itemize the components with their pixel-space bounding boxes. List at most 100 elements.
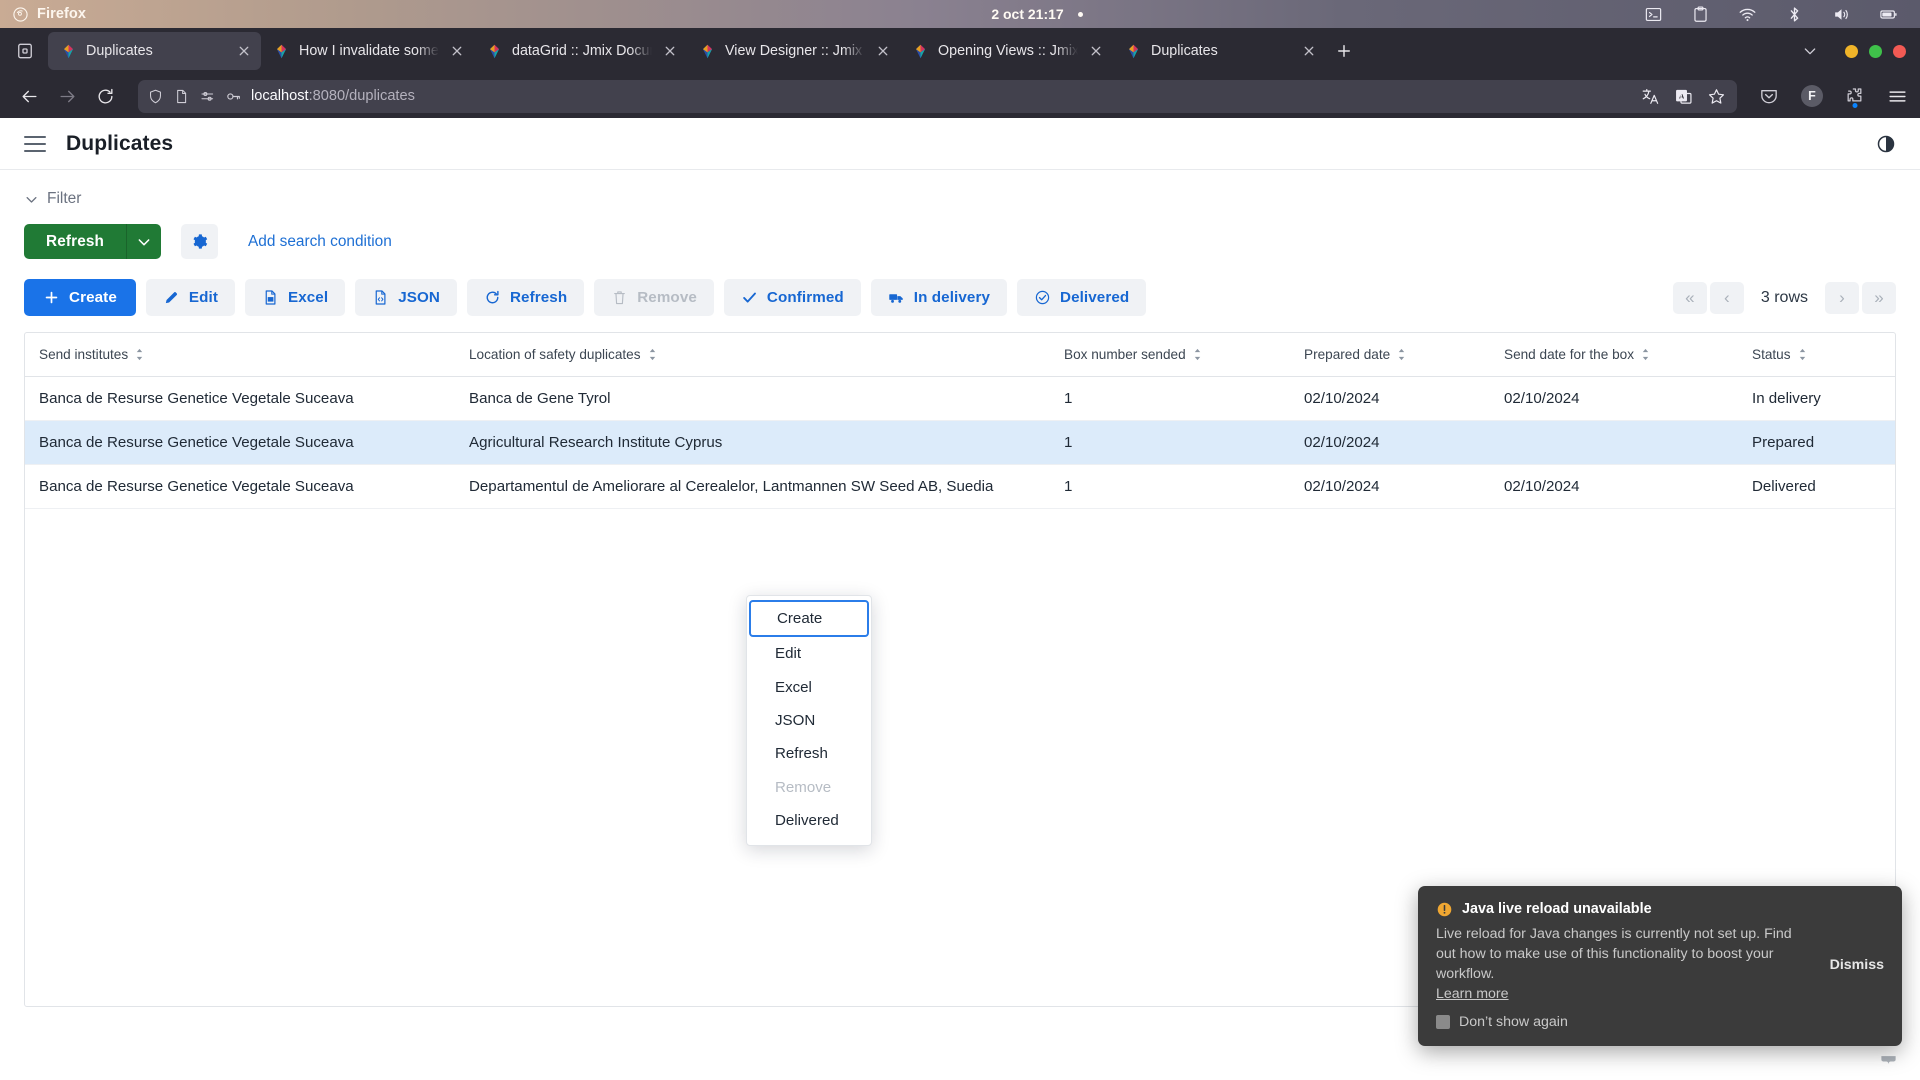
edit-button[interactable]: Edit: [145, 279, 235, 316]
first-page-button[interactable]: «: [1672, 281, 1707, 314]
close-icon[interactable]: [661, 42, 679, 60]
dont-show-again-row[interactable]: Don’t show again: [1436, 1014, 1816, 1030]
pocket-icon[interactable]: [1759, 86, 1779, 106]
maximize-button[interactable]: [1869, 44, 1882, 58]
minimize-button[interactable]: [1845, 44, 1858, 58]
confirmed-button[interactable]: Confirmed: [723, 279, 861, 316]
last-page-button[interactable]: »: [1862, 281, 1896, 314]
browser-tab-3[interactable]: dataGrid :: Jmix Documentation: [474, 32, 687, 70]
column-label: Prepared date: [1304, 347, 1391, 362]
tab-title: dataGrid :: Jmix Documentation: [512, 43, 652, 59]
context-menu-item-create[interactable]: Create: [749, 600, 869, 638]
os-clock-area[interactable]: 2 oct 21:17: [430, 6, 1644, 22]
arrow-left-icon: [21, 90, 37, 102]
sort-icon: [136, 348, 143, 361]
browser-tab-6[interactable]: Duplicates: [1113, 32, 1326, 70]
page-info-icon[interactable]: [173, 88, 190, 105]
column-header-location[interactable]: Location of safety duplicates: [455, 333, 1050, 377]
hamburger-menu-icon[interactable]: [1887, 86, 1908, 107]
translate-icon[interactable]: [1641, 87, 1660, 106]
pencil-icon: [165, 292, 177, 304]
browser-tab-4[interactable]: View Designer :: Jmix Documentation: [687, 32, 900, 70]
cell-box-number: 1: [1050, 376, 1290, 421]
browser-tab-5[interactable]: Opening Views :: Jmix Documentation: [900, 32, 1113, 70]
clipboard-icon[interactable]: [1691, 5, 1710, 24]
browser-tab-1[interactable]: Duplicates: [48, 32, 261, 70]
context-menu-item-excel[interactable]: Excel: [747, 671, 871, 704]
column-header-prepared-date[interactable]: Prepared date: [1290, 333, 1490, 377]
filter-settings-button[interactable]: [181, 224, 219, 259]
cell-location: Agricultural Research Institute Cyprus: [455, 420, 1050, 465]
battery-icon[interactable]: [1879, 5, 1898, 24]
create-button[interactable]: Create: [24, 279, 136, 316]
bookmark-star-icon[interactable]: [1707, 87, 1726, 106]
wifi-icon[interactable]: [1738, 5, 1757, 24]
account-avatar[interactable]: F: [1801, 85, 1823, 107]
close-icon[interactable]: [235, 42, 253, 60]
theme-toggle-icon[interactable]: [1876, 134, 1896, 154]
close-button[interactable]: [1893, 44, 1906, 58]
dont-show-again-checkbox[interactable]: [1436, 1015, 1450, 1029]
cell-send-date: [1490, 420, 1738, 465]
refresh-button[interactable]: Refresh: [24, 224, 127, 259]
bluetooth-icon[interactable]: [1785, 5, 1804, 24]
extensions-button[interactable]: [1845, 86, 1865, 108]
close-icon[interactable]: [1300, 42, 1318, 60]
json-button[interactable]: JSON: [355, 279, 457, 316]
tab-title: View Designer :: Jmix Documentation: [725, 43, 865, 59]
volume-icon[interactable]: [1832, 5, 1851, 24]
cell-status: Delivered: [1738, 464, 1895, 509]
context-menu-item-refresh[interactable]: Refresh: [747, 737, 871, 770]
duplicates-table: Send institutes Location of safety dupli…: [25, 333, 1895, 509]
column-header-box-number[interactable]: Box number sended: [1050, 333, 1290, 377]
vaadin-badge-icon[interactable]: [1879, 1053, 1898, 1072]
column-header-status[interactable]: Status: [1738, 333, 1895, 377]
key-icon[interactable]: [225, 88, 242, 105]
prev-page-button[interactable]: ‹: [1709, 281, 1744, 314]
table-row[interactable]: Banca de Resurse Genetice Vegetale Sucea…: [25, 420, 1895, 465]
filter-header[interactable]: Filter: [24, 190, 1896, 208]
context-menu-item-delivered[interactable]: Delivered: [747, 804, 871, 837]
in-delivery-button[interactable]: In delivery: [870, 279, 1007, 316]
reader-translate-icon[interactable]: A: [1674, 87, 1693, 106]
refresh-dropdown-button[interactable]: [126, 224, 162, 259]
dismiss-button[interactable]: Dismiss: [1816, 957, 1884, 973]
list-all-tabs-button[interactable]: [8, 34, 42, 68]
refresh-grid-button[interactable]: Refresh: [466, 279, 585, 316]
sort-icon: [1799, 348, 1805, 361]
close-icon[interactable]: [1087, 42, 1105, 60]
warning-icon: [1437, 902, 1452, 916]
cell-send-institutes: Banca de Resurse Genetice Vegetale Sucea…: [25, 376, 455, 421]
table-row[interactable]: Banca de Resurse Genetice Vegetale Sucea…: [25, 376, 1895, 421]
learn-more-link[interactable]: Learn more: [1436, 986, 1509, 1002]
url-path: :8080/duplicates: [308, 88, 415, 104]
add-search-condition-link[interactable]: Add search condition: [248, 233, 392, 251]
tracking-protection-icon[interactable]: [199, 88, 216, 105]
arrow-right-icon: [59, 90, 75, 102]
column-header-send-institutes[interactable]: Send institutes: [25, 333, 455, 377]
context-menu: Create Edit Excel JSON Refresh Remove De…: [746, 595, 872, 847]
reload-button[interactable]: [88, 79, 122, 113]
tabs-container: Duplicates How I invalidate some items: [48, 31, 1785, 71]
table-row[interactable]: Banca de Resurse Genetice Vegetale Sucea…: [25, 464, 1895, 509]
next-page-button[interactable]: ›: [1825, 281, 1859, 314]
terminal-icon[interactable]: [1644, 5, 1663, 24]
delivered-button[interactable]: Delivered: [1017, 279, 1147, 316]
column-header-send-date[interactable]: Send date for the box: [1490, 333, 1738, 377]
close-icon[interactable]: [874, 42, 892, 60]
app-menu-toggle-button[interactable]: [24, 135, 46, 152]
context-menu-item-edit[interactable]: Edit: [747, 637, 871, 670]
excel-button[interactable]: Excel: [244, 279, 346, 316]
favicon-icon: [63, 44, 74, 58]
button-label: Refresh: [509, 289, 568, 306]
browser-tab-2[interactable]: How I invalidate some items: [261, 32, 474, 70]
new-tab-button[interactable]: [1326, 33, 1362, 69]
back-button[interactable]: [12, 79, 46, 113]
close-icon[interactable]: [448, 42, 466, 60]
forward-button[interactable]: [50, 79, 84, 113]
context-menu-item-json[interactable]: JSON: [747, 704, 871, 737]
button-label: Confirmed: [766, 289, 844, 306]
shield-icon[interactable]: [147, 88, 164, 105]
address-bar[interactable]: localhost:8080/duplicates A: [138, 79, 1737, 113]
all-tabs-menu-button[interactable]: [1795, 36, 1825, 66]
